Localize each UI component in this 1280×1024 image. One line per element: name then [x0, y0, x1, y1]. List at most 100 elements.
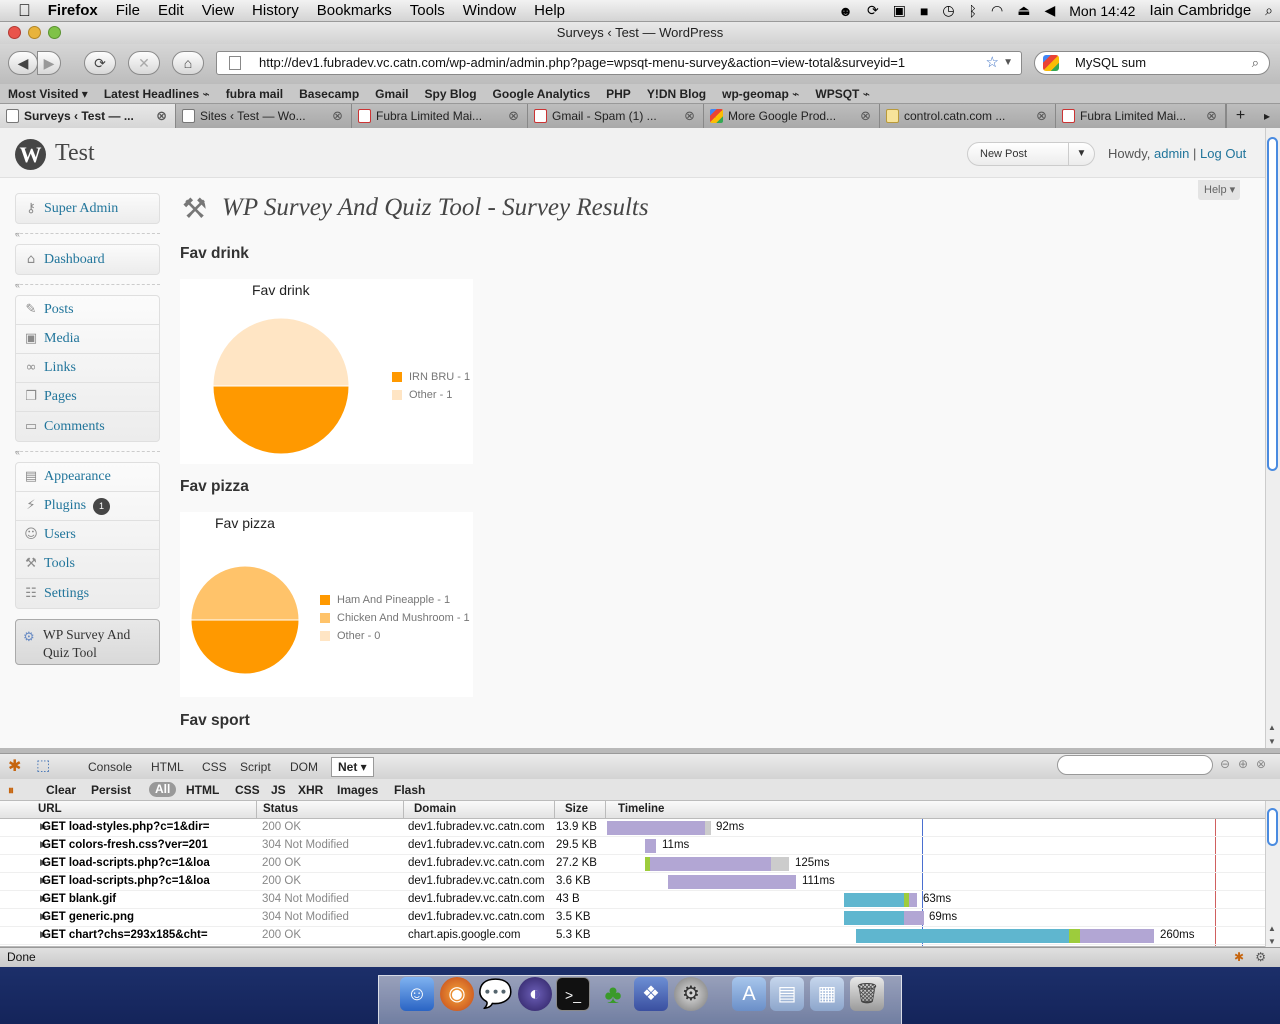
terminal-status-icon[interactable]: ■ [913, 3, 935, 19]
close-window-button[interactable] [8, 26, 21, 39]
firebug-tab-dom[interactable]: DOM [290, 760, 318, 774]
logout-link[interactable]: Log Out [1200, 146, 1246, 161]
scroll-up-icon[interactable]: ▲ [1268, 924, 1276, 933]
volume-icon[interactable]: ◀ [1037, 2, 1062, 19]
menu-wp-survey-quiz-tool[interactable]: ⚙ WP Survey And Quiz Tool [15, 619, 160, 665]
firefox-icon[interactable]: ◉ [440, 977, 474, 1011]
bookmark-wp-geomap[interactable]: wp-geomap ⌁ [714, 87, 807, 101]
tab-control-catn[interactable]: control.catn.com ... ⊗ [880, 104, 1056, 128]
documents-folder-icon[interactable]: ▤ [770, 977, 804, 1011]
menu-plugins[interactable]: ⚡ Plugins 1 [16, 492, 159, 521]
menu-window[interactable]: Window [454, 2, 525, 19]
tab-fubra-mail-2[interactable]: Fubra Limited Mai... ⊗ [1056, 104, 1226, 128]
tab-google-products[interactable]: More Google Prod... ⊗ [704, 104, 880, 128]
net-scrollbar-thumb[interactable] [1267, 808, 1278, 846]
bookmark-latest-headlines[interactable]: Latest Headlines ⌁ [96, 87, 218, 101]
eclipse-icon[interactable]: ◐ [518, 977, 552, 1011]
app-menu-firefox[interactable]: Firefox [39, 2, 107, 19]
tab-surveys[interactable]: Surveys ‹ Test — ... ⊗ [0, 104, 176, 128]
bookmark-ydn-blog[interactable]: Y!DN Blog [639, 87, 714, 101]
table-row[interactable]: ▶ GET load-scripts.php?c=1&loa 200 OK de… [0, 855, 1265, 873]
scroll-down-icon[interactable]: ▼ [1268, 937, 1276, 946]
all-tabs-icon[interactable]: ▸ [1254, 104, 1280, 128]
menu-posts[interactable]: ✎ Posts [16, 296, 159, 325]
menu-dashboard[interactable]: ⌂ Dashboard [16, 245, 159, 274]
column-header-timeline[interactable]: Timeline [618, 803, 664, 815]
menu-media[interactable]: ▣ Media [16, 325, 159, 354]
table-row[interactable]: ▶ GET load-styles.php?c=1&dir= 200 OK de… [0, 819, 1265, 837]
window-icon[interactable]: ▣ [886, 2, 913, 19]
filter-xhr-button[interactable]: XHR [298, 783, 323, 797]
favorite-actions-dropdown[interactable]: New Post ▼ [967, 142, 1095, 166]
inspect-icon[interactable]: ⬚ [36, 756, 50, 774]
spotlight-icon[interactable]: ⌕ [1258, 2, 1280, 19]
scroll-down-icon[interactable]: ▼ [1268, 737, 1276, 746]
menu-file[interactable]: File [107, 2, 149, 19]
menu-tools[interactable]: Tools [401, 2, 454, 19]
bookmark-spy-blog[interactable]: Spy Blog [417, 87, 485, 101]
forward-arrow-icon[interactable]: ▶ [37, 51, 61, 75]
status-app-icon[interactable]: ☻ [831, 3, 860, 19]
time-machine-icon[interactable]: ◷ [935, 2, 961, 19]
finder-icon[interactable]: ☺ [400, 977, 434, 1011]
trash-icon[interactable]: 🗑 [850, 977, 884, 1011]
firebug-bug-icon[interactable]: ✱ [8, 756, 21, 776]
bookmark-wpsqt[interactable]: WPSQT ⌁ [807, 87, 878, 101]
filter-images-button[interactable]: Images [337, 783, 378, 797]
search-bar[interactable]: MySQL sum ⌕ [1034, 51, 1270, 75]
close-tab-icon[interactable]: ⊗ [508, 104, 519, 128]
firebug-tab-html[interactable]: HTML [151, 760, 184, 774]
firebug-tab-net[interactable]: Net ▾ [331, 757, 374, 777]
bookmark-gmail[interactable]: Gmail [367, 87, 416, 101]
table-row[interactable]: ▶ GET load-scripts.php?c=1&loa 200 OK de… [0, 873, 1265, 891]
menu-tools[interactable]: ⚒ Tools [16, 550, 159, 579]
scroll-up-icon[interactable]: ▲ [1268, 723, 1276, 732]
menu-bookmarks[interactable]: Bookmarks [308, 2, 401, 19]
menu-help[interactable]: Help [525, 2, 574, 19]
home-icon[interactable]: ⌂ [172, 51, 204, 75]
applications-folder-icon[interactable]: A [732, 977, 766, 1011]
table-row[interactable]: ▶ GET chart?chs=293x185&cht= 200 OK char… [0, 927, 1265, 945]
close-tab-icon[interactable]: ⊗ [332, 104, 343, 128]
downloads-folder-icon[interactable]: ▦ [810, 977, 844, 1011]
firebug-search-input[interactable] [1057, 755, 1213, 775]
close-tab-icon[interactable]: ⊗ [684, 104, 695, 128]
close-tab-icon[interactable]: ⊗ [1206, 104, 1217, 128]
column-header-domain[interactable]: Domain [414, 803, 456, 815]
table-row[interactable]: ▶ GET colors-fresh.css?ver=201 304 Not M… [0, 837, 1265, 855]
bookmark-fubra-mail[interactable]: fubra mail [218, 87, 291, 101]
user-profile-link[interactable]: admin [1154, 146, 1189, 161]
site-name[interactable]: Test [55, 140, 95, 167]
menu-history[interactable]: History [243, 2, 308, 19]
minimize-window-button[interactable] [28, 26, 41, 39]
tab-sites[interactable]: Sites ‹ Test — Wo... ⊗ [176, 104, 352, 128]
google-search-engine-icon[interactable] [1043, 55, 1059, 71]
ichat-icon[interactable]: 💬 [478, 977, 513, 1011]
bookmark-most-visited[interactable]: Most Visited ▾ [0, 87, 96, 101]
menu-users[interactable]: ☺ Users [16, 521, 159, 550]
bookmark-google-analytics[interactable]: Google Analytics [485, 87, 599, 101]
table-row[interactable]: ▶ GET blank.gif 304 Not Modified dev1.fu… [0, 891, 1265, 909]
menu-comments[interactable]: ▭ Comments [16, 412, 159, 441]
close-tab-icon[interactable]: ⊗ [156, 104, 167, 128]
menubar-user[interactable]: Iain Cambridge [1142, 2, 1258, 19]
virtualbox-icon[interactable]: ❖ [634, 977, 668, 1011]
persist-button[interactable]: Persist [91, 783, 131, 797]
filter-html-button[interactable]: HTML [186, 783, 219, 797]
tab-gmail-spam[interactable]: Gmail - Spam (1) ... ⊗ [528, 104, 704, 128]
stop-icon[interactable]: ✕ [128, 51, 160, 75]
url-bar[interactable]: http://dev1.fubradev.vc.catn.com/wp-admi… [216, 51, 1022, 75]
menu-settings[interactable]: ☷ Settings [16, 579, 159, 608]
system-preferences-icon[interactable]: ⚙ [674, 977, 708, 1011]
url-dropdown-icon[interactable]: ▼ [1003, 52, 1013, 74]
column-header-status[interactable]: Status [263, 803, 298, 815]
wifi-icon[interactable]: ◠ [984, 2, 1010, 19]
zoom-window-button[interactable] [48, 26, 61, 39]
filter-js-button[interactable]: JS [271, 783, 286, 797]
terminal-icon[interactable]: >_ [556, 977, 590, 1011]
firebug-tab-console[interactable]: Console [88, 760, 132, 774]
back-arrow-icon[interactable]: ◀ [8, 51, 38, 75]
bookmark-basecamp[interactable]: Basecamp [291, 87, 367, 101]
menu-super-admin[interactable]: ⚷ Super Admin [16, 194, 159, 223]
menu-pages[interactable]: ❐ Pages [16, 383, 159, 412]
